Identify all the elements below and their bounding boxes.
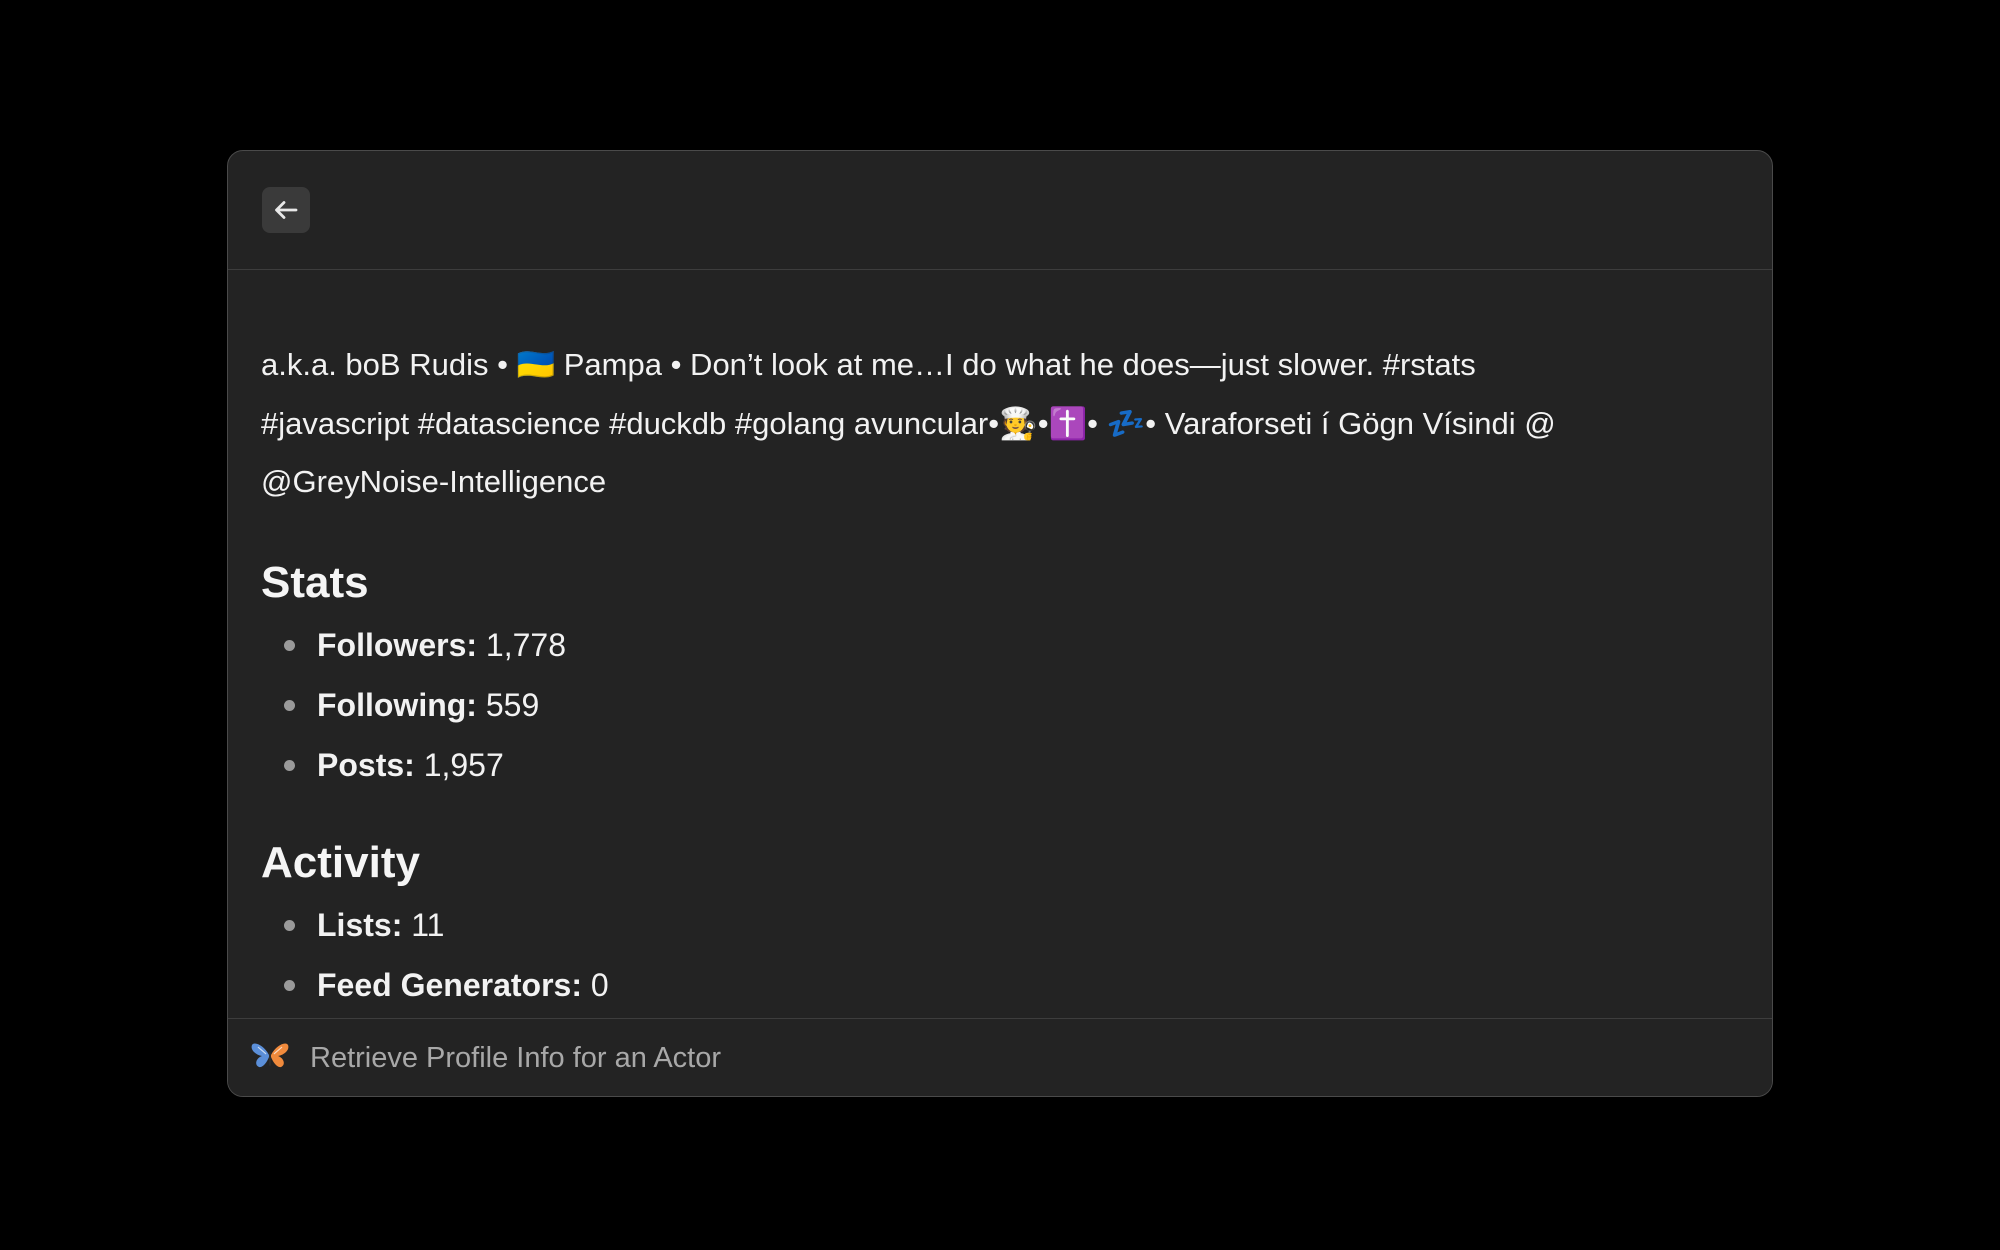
stat-value: 1,957 bbox=[423, 747, 504, 783]
action-bar: Retrieve Profile Info for an Actor bbox=[228, 1018, 1772, 1096]
bullet bbox=[284, 920, 295, 931]
activity-heading: Activity bbox=[261, 838, 420, 887]
arrow-left-icon bbox=[274, 200, 298, 220]
bio-line: a.k.a. boB Rudis • 🇺🇦 Pampa • Don’t look… bbox=[261, 347, 1476, 382]
activity-list: Lists: 11 Feed Generators: 0 bbox=[261, 895, 1741, 1015]
stats-heading: Stats bbox=[261, 558, 369, 607]
stat-label: Posts: bbox=[317, 747, 415, 783]
profile-bio: a.k.a. boB Rudis • 🇺🇦 Pampa • Don’t look… bbox=[261, 271, 1741, 511]
list-item-posts: Posts: 1,957 bbox=[261, 735, 1741, 795]
stat-label: Lists: bbox=[317, 907, 403, 943]
extension-window: a.k.a. boB Rudis • 🇺🇦 Pampa • Don’t look… bbox=[227, 150, 1773, 1097]
stat-value: 559 bbox=[485, 687, 540, 723]
stat-value: 0 bbox=[590, 967, 609, 1003]
list-item-lists: Lists: 11 bbox=[261, 895, 1741, 955]
list-item-feed-generators: Feed Generators: 0 bbox=[261, 955, 1741, 1015]
back-button[interactable] bbox=[262, 187, 310, 233]
list-item-followers: Followers: 1,778 bbox=[261, 615, 1741, 675]
bullet bbox=[284, 760, 295, 771]
bio-line: #javascript #datascience #duckdb #golang… bbox=[261, 406, 1556, 441]
list-item-following: Following: 559 bbox=[261, 675, 1741, 735]
bullet bbox=[284, 640, 295, 651]
stat-label: Following: bbox=[317, 687, 477, 723]
bullet bbox=[284, 700, 295, 711]
stat-label: Followers: bbox=[317, 627, 478, 663]
command-title: Retrieve Profile Info for an Actor bbox=[310, 1042, 722, 1074]
bullet bbox=[284, 980, 295, 991]
stat-value: 11 bbox=[411, 907, 445, 943]
header-bar bbox=[228, 151, 1772, 270]
stats-list: Followers: 1,778 Following: 559 Posts: 1… bbox=[261, 615, 1741, 795]
stat-label: Feed Generators: bbox=[317, 967, 582, 1003]
detail-content[interactable]: a.k.a. boB Rudis • 🇺🇦 Pampa • Don’t look… bbox=[228, 271, 1772, 1096]
butterfly-icon bbox=[250, 1041, 290, 1075]
bio-line: @GreyNoise-Intelligence bbox=[261, 464, 607, 499]
stat-value: 1,778 bbox=[485, 627, 566, 663]
